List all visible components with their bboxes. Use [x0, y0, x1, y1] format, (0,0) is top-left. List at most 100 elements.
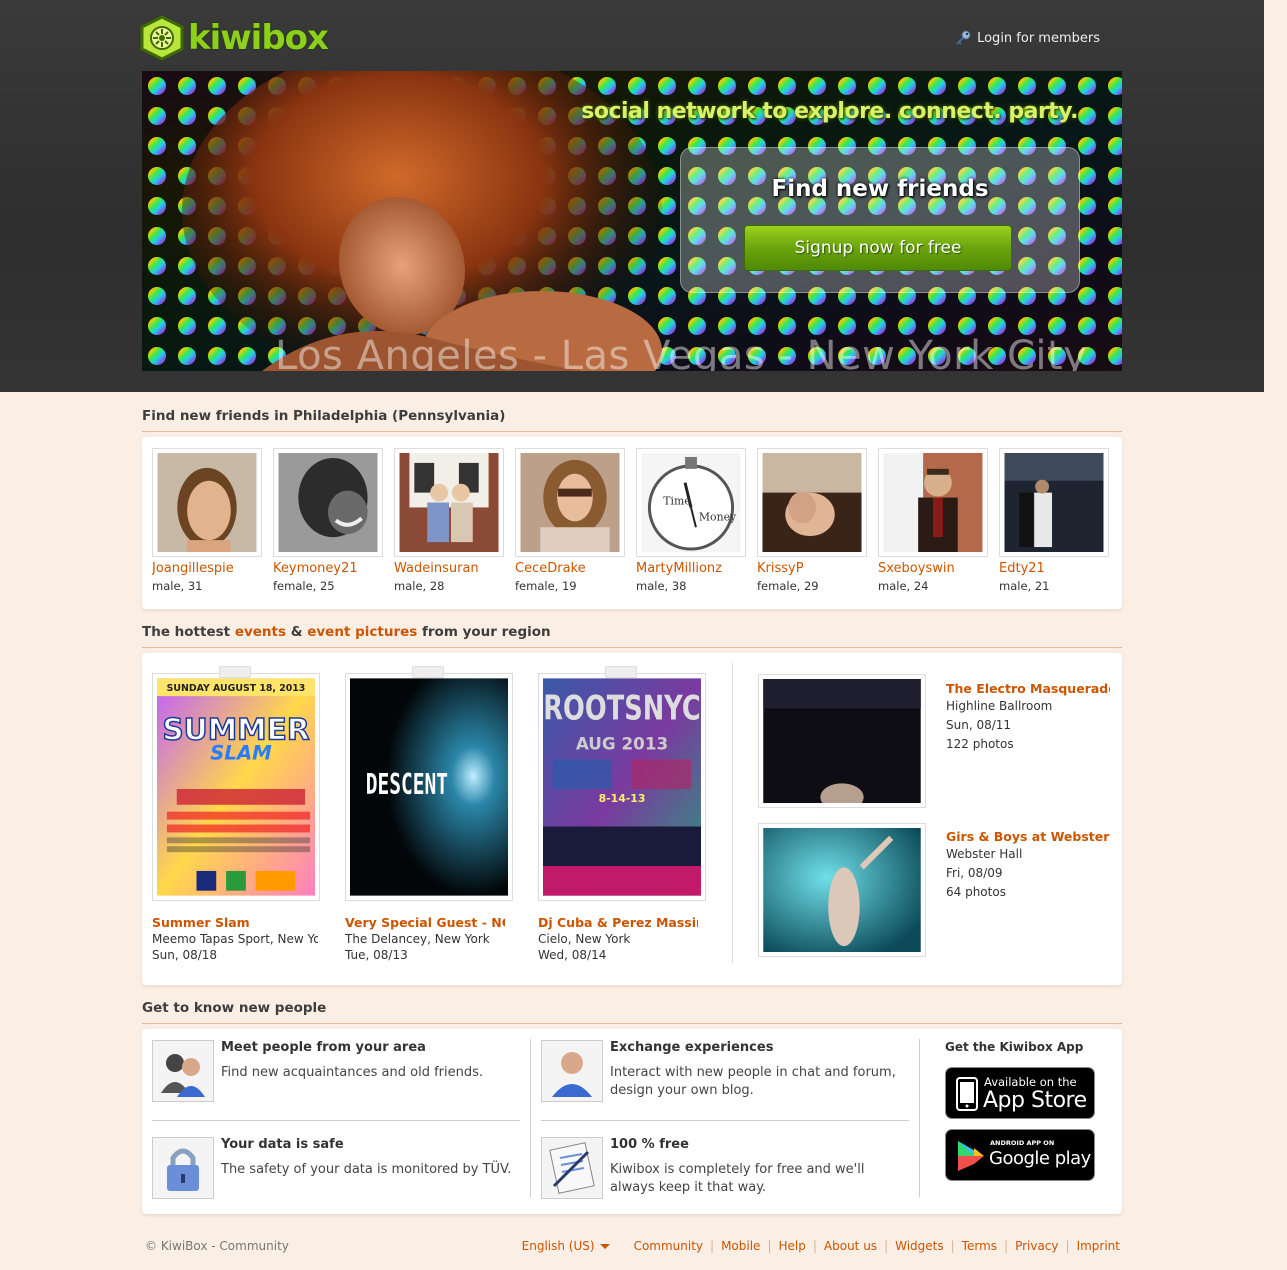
events-divider — [732, 663, 733, 963]
footer-link-about[interactable]: About us — [824, 1239, 877, 1253]
poster-sub: SLAM — [210, 741, 272, 764]
feature-text: Interact with new people in chat and for… — [610, 1065, 896, 1098]
language-label[interactable]: English (US) — [522, 1239, 595, 1253]
user-name[interactable]: MartyMillionz — [636, 561, 747, 576]
friends-panel: Joangillespie male, 31 Keymoney21 female… — [142, 437, 1122, 609]
feature-text: Kiwibox is completely for free and we'll… — [610, 1162, 865, 1195]
gallery-count: 64 photos — [946, 885, 1006, 899]
user-card[interactable]: KrissyP female, 29 — [757, 448, 868, 593]
hero-banner: social network to explore. connect. part… — [142, 71, 1122, 371]
event-poster[interactable]: DESCENT — [345, 673, 513, 901]
poster-sub: AUG 2013 — [576, 733, 668, 753]
login-link[interactable]: Login for members — [955, 30, 1100, 46]
user-info: male, 31 — [152, 579, 203, 593]
footer-link-help[interactable]: Help — [779, 1239, 806, 1253]
event-title[interactable]: Dj Cuba & Perez Massimo — [538, 915, 698, 930]
user-avatar[interactable] — [152, 448, 262, 557]
gallery-title[interactable]: Girs & Boys at Webster Hall — [946, 829, 1110, 844]
events-panel: SUNDAY AUGUST 18, 2013 SUMMER SLAM Summe… — [142, 653, 1122, 985]
event-venue: Meemo Tapas Sport, New York — [152, 932, 318, 946]
user-card[interactable]: Edty21 male, 21 — [999, 448, 1110, 593]
user-name[interactable]: Keymoney21 — [273, 561, 384, 576]
section-divider — [142, 431, 1122, 432]
kiwi-logo-icon — [140, 15, 184, 61]
event-venue: Cielo, New York — [538, 932, 631, 946]
googleplay-big-label: Google play — [989, 1148, 1091, 1169]
footer-links: English (US) Community | Mobile | Help | Ab… — [522, 1239, 1120, 1253]
events-link[interactable]: events — [235, 624, 286, 640]
user-avatar[interactable] — [999, 448, 1109, 557]
footer-link-terms[interactable]: Terms — [962, 1239, 997, 1253]
kiwibox-logo[interactable]: kiwibox — [138, 14, 329, 62]
footer-link-community[interactable]: Community — [634, 1239, 703, 1253]
section-divider — [142, 647, 1122, 648]
event-card[interactable]: SUNDAY AUGUST 18, 2013 SUMMER SLAM Summe… — [152, 666, 320, 962]
user-info: female, 19 — [515, 579, 577, 593]
link-separator: | — [767, 1239, 772, 1253]
picture-gallery-thumb[interactable] — [758, 674, 926, 808]
app-section-title: Get the Kiwibox App — [945, 1040, 1084, 1054]
features-panel: Meet people from your area Find new acqu… — [142, 1029, 1122, 1214]
user-avatar[interactable]: Time Money — [636, 448, 746, 557]
person-icon — [541, 1040, 603, 1102]
poster-main: DESCENT — [366, 767, 448, 801]
event-venue: The Delancey, New York — [345, 932, 490, 946]
user-avatar[interactable] — [757, 448, 867, 557]
hero-cities: Los Angeles - Las Vegas - New York City — [275, 333, 1088, 371]
event-title[interactable]: Very Special Guest - NO CAP — [345, 915, 505, 930]
logo-wordmark: kiwibox — [188, 18, 329, 58]
event-poster[interactable]: SUNDAY AUGUST 18, 2013 SUMMER SLAM — [152, 673, 320, 901]
picture-gallery-thumb[interactable] — [758, 823, 926, 957]
link-separator: | — [1004, 1239, 1009, 1253]
feature-title: 100 % free — [610, 1137, 689, 1152]
user-name[interactable]: CeceDrake — [515, 561, 626, 576]
user-name[interactable]: Edty21 — [999, 561, 1110, 576]
event-card[interactable]: ROOTSNYC AUG 2013 8-14-13 Dj Cuba & Pere… — [538, 666, 706, 962]
events-title-amp: & — [286, 624, 308, 640]
people-icon — [152, 1040, 214, 1102]
event-tab — [219, 666, 251, 678]
gallery-date: Fri, 08/09 — [946, 866, 1003, 880]
picture-gallery-info: Girs & Boys at Webster Hall Webster Hall… — [946, 829, 1110, 901]
feature-divider — [152, 1120, 520, 1121]
footer-link-widgets[interactable]: Widgets — [895, 1239, 944, 1253]
user-card[interactable]: Joangillespie male, 31 — [152, 448, 263, 593]
footer-link-imprint[interactable]: Imprint — [1077, 1239, 1120, 1253]
user-avatar[interactable] — [515, 448, 625, 557]
gallery-title[interactable]: The Electro Masquerade Ball — [946, 681, 1110, 696]
play-triangle-icon — [958, 1141, 984, 1171]
user-info: female, 29 — [757, 579, 819, 593]
gallery-photo[interactable] — [758, 823, 926, 957]
language-selector[interactable]: English (US) — [522, 1239, 610, 1253]
user-card[interactable]: CeceDrake female, 19 — [515, 448, 626, 593]
event-poster[interactable]: ROOTSNYC AUG 2013 8-14-13 — [538, 673, 706, 901]
user-card[interactable]: Keymoney21 female, 25 — [273, 448, 384, 593]
link-separator: | — [812, 1239, 817, 1253]
app-store-button[interactable]: Available on the App Store — [945, 1067, 1095, 1119]
google-play-button[interactable]: ANDROID APP ON Google play — [945, 1129, 1095, 1181]
user-name[interactable]: Wadeinsuran — [394, 561, 505, 576]
user-name[interactable]: Sxeboyswin — [878, 561, 989, 576]
find-friends-heading: Find new friends — [771, 176, 989, 202]
event-title[interactable]: Summer Slam — [152, 915, 312, 930]
user-card[interactable]: Wadeinsuran male, 28 — [394, 448, 505, 593]
user-name[interactable]: Joangillespie — [152, 561, 263, 576]
user-avatar[interactable] — [394, 448, 504, 557]
event-tab — [605, 666, 637, 678]
event-pictures-link[interactable]: event pictures — [307, 624, 417, 640]
poster-main: ROOTSNYC — [543, 689, 700, 728]
event-tab — [412, 666, 444, 678]
feature-title: Exchange experiences — [610, 1040, 774, 1055]
event-card[interactable]: DESCENT Very Special Guest - NO CAP The … — [345, 666, 513, 962]
picture-gallery-info: The Electro Masquerade Ball Highline Bal… — [946, 681, 1110, 753]
gallery-photo[interactable] — [758, 674, 926, 808]
user-name[interactable]: KrissyP — [757, 561, 868, 576]
user-card[interactable]: Sxeboyswin male, 24 — [878, 448, 989, 593]
footer-link-mobile[interactable]: Mobile — [721, 1239, 760, 1253]
user-avatar[interactable] — [273, 448, 383, 557]
signup-button[interactable]: Signup now for free — [744, 225, 1012, 271]
svg-text:Money: Money — [699, 510, 737, 523]
footer-link-privacy[interactable]: Privacy — [1015, 1239, 1058, 1253]
user-card[interactable]: Time Money MartyMillionz male, 38 — [636, 448, 747, 593]
user-avatar[interactable] — [878, 448, 988, 557]
